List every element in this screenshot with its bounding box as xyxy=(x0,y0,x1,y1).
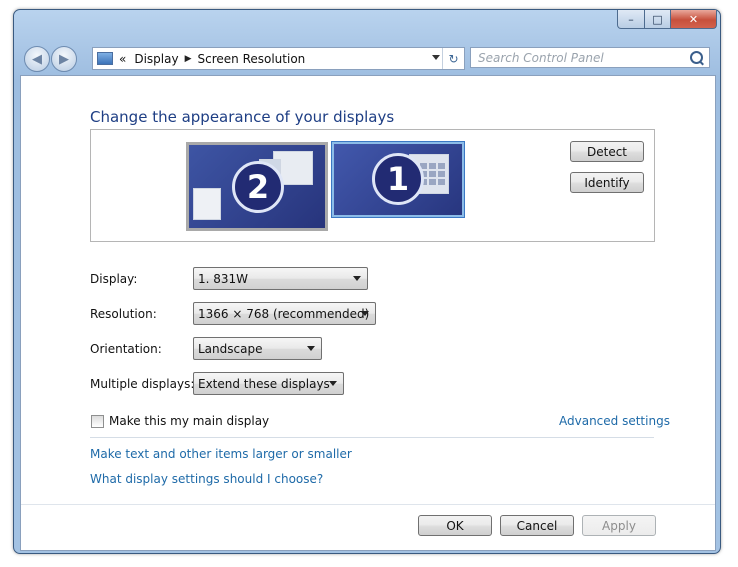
identify-button[interactable]: Identify xyxy=(570,172,644,193)
chevron-down-icon xyxy=(361,311,369,316)
monitor-2-number: 2 xyxy=(232,161,284,213)
content-panel: Change the appearance of your displays 2… xyxy=(20,75,716,551)
ok-button[interactable]: OK xyxy=(418,515,492,536)
monitor-1[interactable]: 1 xyxy=(331,141,465,218)
cancel-button[interactable]: Cancel xyxy=(500,515,574,536)
search-icon[interactable] xyxy=(690,51,703,64)
divider xyxy=(90,437,654,438)
orientation-label: Orientation: xyxy=(90,342,162,356)
chevron-down-icon xyxy=(307,346,315,351)
monitor-1-number: 1 xyxy=(372,153,424,205)
maximize-button[interactable]: □ xyxy=(645,10,671,29)
monitor-preview-area: 2 1 Detect Identify xyxy=(90,129,655,242)
address-dropdown-icon[interactable] xyxy=(432,55,440,60)
search-input[interactable]: Search Control Panel xyxy=(470,47,710,68)
monitor-2[interactable]: 2 xyxy=(186,142,328,231)
orientation-value: Landscape xyxy=(198,341,263,356)
control-panel-icon xyxy=(97,52,113,65)
back-button[interactable]: ◀ xyxy=(24,46,50,72)
display-settings-help-link[interactable]: What display settings should I choose? xyxy=(90,472,323,486)
breadcrumb-display[interactable]: Display xyxy=(134,52,178,66)
breadcrumb-separator-icon[interactable]: ▶ xyxy=(185,54,192,64)
back-arrow-icon: ◀ xyxy=(32,51,42,67)
breadcrumb-prefix[interactable]: « xyxy=(119,52,126,66)
window-controls: – □ ✕ xyxy=(617,10,717,29)
forward-button[interactable]: ▶ xyxy=(51,46,77,72)
address-bar[interactable]: « Display ▶ Screen Resolution ↻ xyxy=(92,47,465,70)
display-value: 1. 831W xyxy=(198,271,249,286)
display-label: Display: xyxy=(90,272,138,286)
main-display-label[interactable]: Make this my main display xyxy=(109,414,269,428)
apply-button: Apply xyxy=(582,515,656,536)
page-title: Change the appearance of your displays xyxy=(90,108,395,126)
main-display-checkbox[interactable] xyxy=(91,415,104,428)
forward-arrow-icon: ▶ xyxy=(59,51,69,67)
refresh-button[interactable]: ↻ xyxy=(442,48,464,69)
display-dropdown[interactable]: 1. 831W xyxy=(193,267,368,290)
resolution-dropdown[interactable]: 1366 × 768 (recommended) xyxy=(193,302,376,325)
multiple-displays-dropdown[interactable]: Extend these displays xyxy=(193,372,344,395)
navigation-bar: ◀ ▶ « Display ▶ Screen Resolution ↻ Sear… xyxy=(22,45,712,72)
monitor-window-thumbnail xyxy=(193,188,221,220)
multiple-displays-value: Extend these displays xyxy=(198,376,330,391)
screen-resolution-window: – □ ✕ ◀ ▶ « Display ▶ Screen Resolution … xyxy=(13,9,721,554)
minimize-button[interactable]: – xyxy=(617,10,645,29)
chevron-down-icon xyxy=(353,276,361,281)
advanced-settings-link[interactable]: Advanced settings xyxy=(559,414,670,428)
resolution-value: 1366 × 768 (recommended) xyxy=(198,306,370,321)
breadcrumb-screen-resolution[interactable]: Screen Resolution xyxy=(198,52,306,66)
resolution-label: Resolution: xyxy=(90,307,157,321)
multiple-displays-label: Multiple displays: xyxy=(90,377,195,391)
detect-button[interactable]: Detect xyxy=(570,141,644,162)
chevron-down-icon xyxy=(329,381,337,386)
close-button[interactable]: ✕ xyxy=(671,10,717,29)
text-size-link[interactable]: Make text and other items larger or smal… xyxy=(90,447,352,461)
orientation-dropdown[interactable]: Landscape xyxy=(193,337,322,360)
search-placeholder: Search Control Panel xyxy=(478,50,604,65)
footer-divider xyxy=(21,504,715,505)
